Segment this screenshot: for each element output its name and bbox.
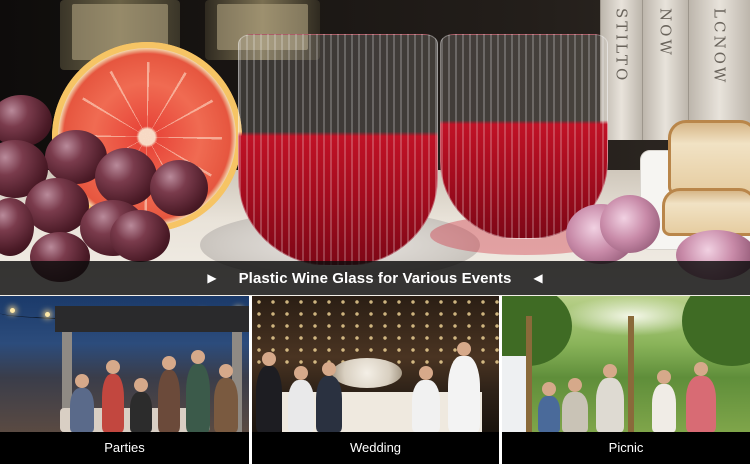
hero-image: STILTO NOW LCNOW [0, 0, 750, 296]
caption-wedding: Wedding [252, 432, 499, 464]
banner-title: Plastic Wine Glass for Various Events [238, 269, 512, 287]
book-spine: LCNOW [688, 0, 750, 140]
title-banner: ▶ Plastic Wine Glass for Various Events … [0, 261, 750, 295]
panel-picnic: Picnic [502, 296, 750, 464]
parties-photo [0, 296, 249, 432]
left-pointer-icon: ◀ [533, 271, 543, 285]
caption-parties: Parties [0, 432, 249, 464]
bread-slice [668, 120, 750, 195]
picnic-photo [502, 296, 750, 432]
book-spine: NOW [642, 0, 688, 140]
bread-slice [662, 188, 750, 236]
right-pointer-icon: ▶ [207, 271, 217, 285]
caption-picnic: Picnic [502, 432, 750, 464]
wine-glass-front [238, 34, 438, 266]
wedding-photo [252, 296, 499, 432]
event-panels: Parties Wedding Picnic [0, 296, 750, 464]
book-stack: STILTO NOW LCNOW [600, 0, 750, 140]
panel-parties: Parties [0, 296, 249, 464]
panel-wedding: Wedding [252, 296, 499, 464]
